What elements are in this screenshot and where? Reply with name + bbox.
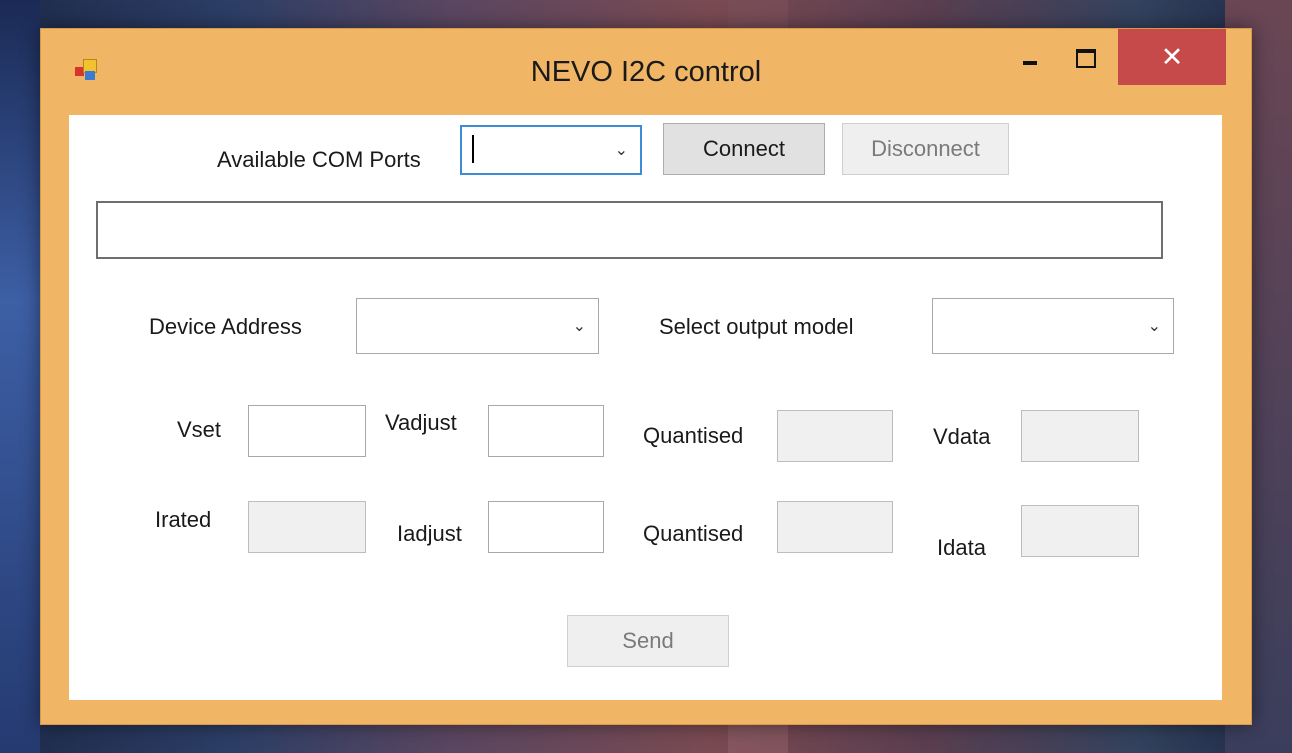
chevron-down-icon: ⌄ — [614, 142, 628, 159]
iadjust-label: Iadjust — [397, 521, 462, 546]
minimize-icon — [1023, 61, 1037, 65]
com-port-combo[interactable]: ⌄ — [460, 125, 642, 175]
vadjust-label: Vadjust — [385, 410, 457, 435]
vset-input[interactable] — [248, 405, 366, 457]
chevron-down-icon: ⌄ — [1147, 318, 1161, 335]
close-button[interactable]: ✕ — [1118, 29, 1226, 85]
output-model-combo[interactable]: ⌄ — [932, 298, 1174, 354]
iadjust-input[interactable] — [488, 501, 604, 553]
device-address-combo[interactable]: ⌄ — [356, 298, 599, 354]
vdata-output — [1021, 410, 1139, 462]
title-bar[interactable]: NEVO I2C control ✕ — [41, 29, 1251, 115]
close-icon: ✕ — [1160, 41, 1184, 72]
i-quantised-output — [777, 501, 893, 553]
text-caret — [472, 135, 474, 163]
form-client-area: Available COM Ports ⌄ Connect Disconnect… — [69, 115, 1222, 700]
send-button[interactable]: Send — [567, 615, 729, 667]
disconnect-button[interactable]: Disconnect — [842, 123, 1009, 175]
com-ports-label: Available COM Ports — [217, 147, 421, 172]
v-quantised-output — [777, 410, 893, 462]
vset-label: Vset — [177, 417, 222, 442]
idata-label: Idata — [937, 535, 986, 560]
chevron-down-icon: ⌄ — [572, 318, 586, 335]
maximize-button[interactable] — [1061, 29, 1111, 87]
i-quantised-label: Quantised — [643, 521, 744, 546]
irated-label: Irated — [155, 507, 212, 532]
vadjust-input[interactable] — [488, 405, 604, 457]
output-model-label: Select output model — [659, 314, 854, 339]
status-textbox[interactable] — [96, 201, 1163, 259]
device-address-label: Device Address — [149, 314, 302, 339]
irated-output — [248, 501, 366, 553]
app-window: NEVO I2C control ✕ Available COM Ports ⌄… — [40, 28, 1252, 725]
v-quantised-label: Quantised — [643, 423, 744, 448]
minimize-button[interactable] — [1007, 29, 1053, 87]
vdata-label: Vdata — [933, 424, 991, 449]
idata-output — [1021, 505, 1139, 557]
connect-button[interactable]: Connect — [663, 123, 825, 175]
maximize-icon — [1076, 48, 1096, 68]
desktop-stripe — [0, 0, 40, 753]
